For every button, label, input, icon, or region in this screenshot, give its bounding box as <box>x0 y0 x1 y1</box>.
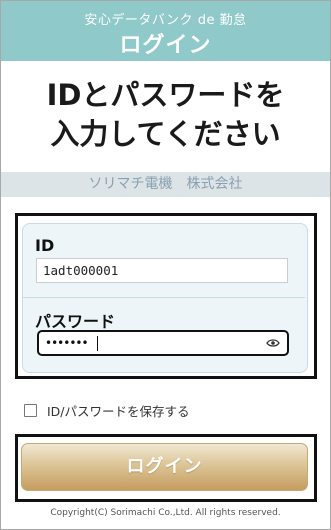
company-name: ソリマチ電機 株式会社 <box>1 172 330 197</box>
eye-icon[interactable] <box>266 338 280 348</box>
text-caret <box>97 336 98 351</box>
remember-label: ID/パスワードを保存する <box>47 404 190 419</box>
password-masked-value: ••••••• <box>45 336 89 350</box>
remember-checkbox[interactable] <box>24 404 37 417</box>
app-subtitle: 安心データバンク de 勤怠 <box>84 13 247 28</box>
password-label: パスワード <box>35 312 116 331</box>
app-header: 安心データバンク de 勤怠 ログイン <box>1 1 330 61</box>
id-label: ID <box>35 236 55 255</box>
copyright-text: Copyright(C) Sorimachi Co.,Ltd. All righ… <box>50 508 281 518</box>
remember-option[interactable]: ID/パスワードを保存する <box>24 401 190 420</box>
page-title: ログイン <box>119 33 212 58</box>
instruction-line-2: 入力してください <box>50 117 281 151</box>
card-divider <box>23 297 305 298</box>
instruction-heading: IDとパスワードを 入力してください <box>1 76 330 154</box>
login-button[interactable]: ログイン <box>21 443 308 491</box>
instruction-line-1: IDとパスワードを <box>46 78 285 112</box>
id-input[interactable]: 1adt000001 <box>36 258 288 283</box>
password-input[interactable]: ••••••• <box>37 330 289 356</box>
